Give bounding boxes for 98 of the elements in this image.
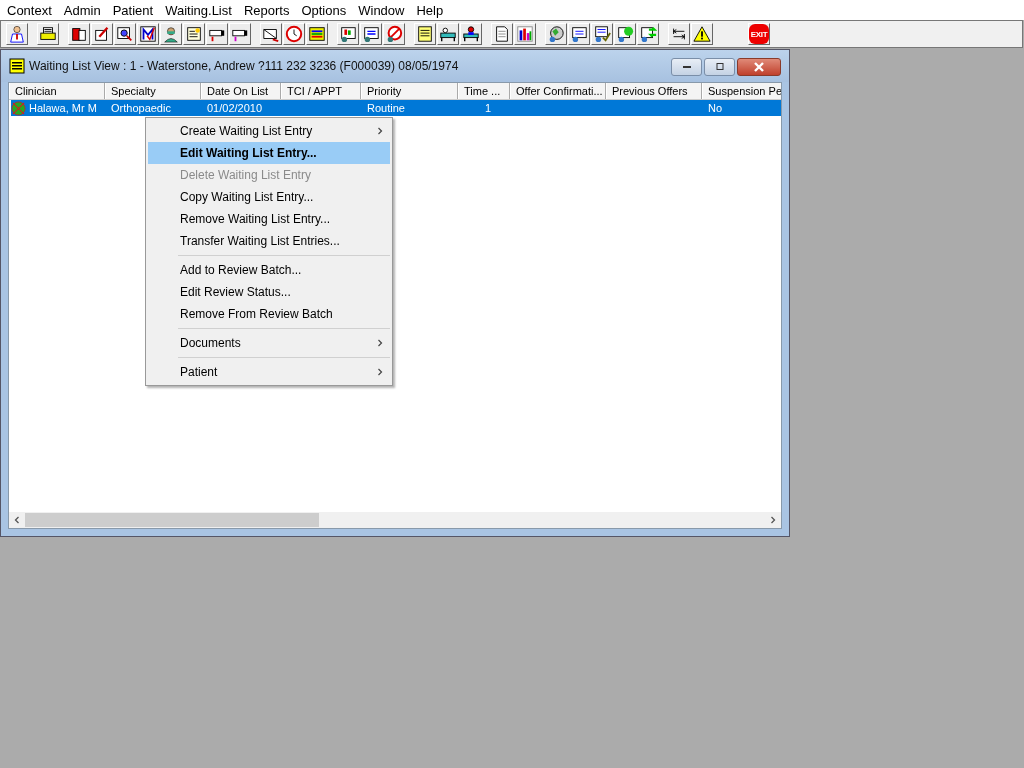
bed-button[interactable] [460,23,482,45]
menu-item[interactable]: Create Waiting List Entry [148,120,390,142]
table-cell-text: 1 [484,101,492,116]
clock-button[interactable] [283,23,305,45]
menu-item[interactable]: Options [296,2,354,18]
column-header[interactable]: TCI / APPT [281,83,361,99]
message-icon [570,25,588,43]
monitor-button[interactable] [337,23,359,45]
table-cell-text: Orthopaedic [111,101,171,116]
pen-icon [93,25,111,43]
close-button[interactable] [737,58,781,76]
menu-item[interactable]: Remove From Review Batch [148,303,390,325]
close-icon [753,62,765,72]
menu-item[interactable]: Window [353,2,412,18]
column-header[interactable]: Previous Offers [606,83,702,99]
sticky-note-icon [416,25,434,43]
menu-item[interactable]: Patient [148,361,390,383]
printer-icon [39,25,57,43]
menu-item[interactable]: Help [411,2,451,18]
message-check-button[interactable] [591,23,613,45]
bed-icon [462,25,480,43]
note-icon [185,25,203,43]
list-icon [308,25,326,43]
horizontal-scrollbar[interactable] [9,512,781,528]
menu-item[interactable]: Transfer Waiting List Entries... [148,230,390,252]
column-header[interactable]: Priority [361,83,458,99]
list-icon [9,58,25,74]
scroll-thumb[interactable] [25,513,319,527]
column-header[interactable]: Clinician [9,83,105,99]
message-button[interactable] [568,23,590,45]
menu-item[interactable]: Edit Waiting List Entry... [148,142,390,164]
monitor-icon [339,25,357,43]
note-button[interactable] [183,23,205,45]
table-cell-text: Halawa, Mr M [29,101,97,116]
menu-item[interactable]: Remove Waiting List Entry... [148,208,390,230]
table-row[interactable]: Halawa, Mr M Orthopaedic 01/02/2010 Routine 1 No [11,100,781,116]
message-icon [616,25,634,43]
card-button[interactable] [229,23,251,45]
pen-button[interactable] [91,23,113,45]
menu-item[interactable]: Waiting.List [160,2,239,18]
form-icon [362,25,380,43]
menu-item[interactable]: Context [2,2,59,18]
card-button[interactable] [206,23,228,45]
menu-item[interactable]: Patient [107,2,161,18]
menu-item[interactable]: Admin [58,2,108,18]
document-icon [493,25,511,43]
prohibited-icon [385,25,403,43]
bar-chart-icon [516,25,534,43]
message-arrows-button[interactable] [637,23,659,45]
globe-icon [547,25,565,43]
person-button[interactable] [6,23,28,45]
list-button[interactable] [306,23,328,45]
column-header[interactable]: Time ... [458,83,510,99]
table-cell-text: Routine [367,101,405,116]
menu-item[interactable]: Edit Review Status... [148,281,390,303]
exit-button[interactable]: EXIT [748,23,770,45]
surgeon-icon [162,25,180,43]
maximize-icon [713,63,726,71]
chart-check-button[interactable] [137,23,159,45]
menu-item[interactable]: Reports [238,2,297,18]
menu-item[interactable]: Add to Review Batch... [148,259,390,281]
magnifier-button[interactable] [114,23,136,45]
maximize-button[interactable] [704,58,735,76]
book-button[interactable] [68,23,90,45]
column-header[interactable]: Suspension Pe [702,83,781,99]
message-arrows-icon [639,25,657,43]
column-header[interactable]: Date On List [201,83,281,99]
person-icon [8,25,26,43]
warning-icon [693,25,711,43]
surgeon-button[interactable] [160,23,182,45]
magnifier-icon [116,25,134,43]
book-icon [70,25,88,43]
bed-icon [439,25,457,43]
bed-button[interactable] [437,23,459,45]
menu-item[interactable]: Documents [148,332,390,354]
sticky-note-button[interactable] [414,23,436,45]
form-button[interactable] [360,23,382,45]
warning-button[interactable] [691,23,713,45]
column-header[interactable]: Specialty [105,83,201,99]
minimize-button[interactable] [671,58,702,76]
globe-button[interactable] [545,23,567,45]
minimize-icon [680,63,693,71]
column-header[interactable]: Offer Confirmati... [510,83,606,99]
printer-button[interactable] [37,23,59,45]
message-check-icon [593,25,611,43]
bar-chart-button[interactable] [514,23,536,45]
table-cell-text: 01/02/2010 [207,101,263,116]
message-button[interactable] [614,23,636,45]
table-cell-text: No [708,101,723,116]
chart-check-icon [139,25,157,43]
envelope-button[interactable] [260,23,282,45]
menu-item[interactable]: Copy Waiting List Entry... [148,186,390,208]
window-title: Waiting List View : 1 - Waterstone, Andrew ?111 232 3236 (F000039) 08/05/1974 [29,59,459,73]
document-button[interactable] [491,23,513,45]
swap-arrows-button[interactable] [668,23,690,45]
globe-icon [11,100,26,116]
prohibited-button[interactable] [383,23,405,45]
clock-icon [285,25,303,43]
